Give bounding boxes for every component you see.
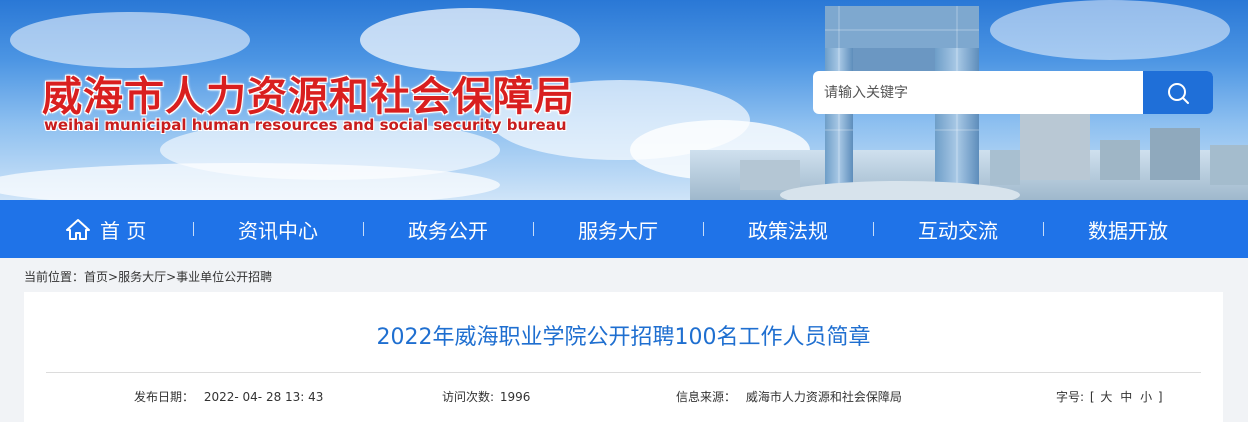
article-title: 2022年威海职业学院公开招聘100名工作人员简章 [376, 325, 871, 350]
nav-divider [703, 222, 704, 236]
site-title: 威海市人力资源和社会保障局 [42, 74, 575, 120]
nav-divider [193, 222, 194, 236]
source-label: 信息来源： [676, 390, 737, 404]
home-icon [66, 219, 90, 240]
nav-divider [1043, 222, 1044, 236]
font-size-control: 字号: [ 大 中 小 ] [1056, 388, 1163, 405]
article-panel: 2022年威海职业学院公开招聘100名工作人员简章 发布日期： 2022- 04… [24, 292, 1223, 422]
breadcrumb-service-hall[interactable]: 服务大厅 [118, 270, 166, 284]
visit-count-label: 访问次数: [442, 390, 495, 404]
nav-news-center[interactable]: 资讯中心 [238, 200, 318, 258]
breadcrumb: 当前位置：首页>服务大厅>事业单位公开招聘 [24, 268, 272, 285]
breadcrumb-recruitment[interactable]: 事业单位公开招聘 [176, 270, 272, 284]
nav-policies[interactable]: 政策法规 [748, 200, 828, 258]
nav-interaction[interactable]: 互动交流 [918, 200, 998, 258]
site-subtitle: weihai municipal human resources and soc… [44, 116, 567, 134]
source-info: 信息来源： 威海市人力资源和社会保障局 [676, 388, 902, 405]
nav-service-hall[interactable]: 服务大厅 [578, 200, 658, 258]
visit-count-value: 1996 [499, 390, 531, 404]
nav-open-data[interactable]: 数据开放 [1088, 200, 1168, 258]
breadcrumb-home[interactable]: 首页 [84, 270, 108, 284]
publish-date-label: 发布日期： [134, 390, 195, 404]
search-input[interactable] [813, 71, 1143, 114]
nav-government-affairs[interactable]: 政务公开 [408, 200, 488, 258]
article-divider [46, 372, 1201, 373]
search-icon [1168, 82, 1189, 104]
header-banner: 威海市人力资源和社会保障局 weihai municipal human res… [0, 0, 1248, 200]
publish-date-value: 2022- 04- 28 13: 43 [203, 390, 324, 404]
search-box [813, 71, 1213, 114]
nav-divider [363, 222, 364, 236]
font-size-bracket-close: ] [1157, 390, 1163, 404]
nav-home[interactable]: 首 页 [66, 200, 146, 258]
visit-count-info: 访问次数: 1996 [442, 388, 530, 405]
nav-home-label: 首 页 [100, 218, 147, 243]
font-size-label: 字号: [1056, 390, 1085, 404]
search-button[interactable] [1143, 71, 1213, 114]
main-nav: 首 页 资讯中心 政务公开 服务大厅 政策法规 互动交流 数据开放 [0, 200, 1248, 258]
source-value: 威海市人力资源和社会保障局 [745, 390, 902, 404]
breadcrumb-separator: > [108, 270, 119, 284]
font-size-medium[interactable]: 中 [1118, 390, 1134, 404]
breadcrumb-separator: > [166, 270, 177, 284]
breadcrumb-label: 当前位置： [24, 270, 85, 284]
font-size-large[interactable]: 大 [1098, 390, 1114, 404]
font-size-small[interactable]: 小 [1138, 390, 1154, 404]
nav-divider [873, 222, 874, 236]
publish-date-info: 发布日期： 2022- 04- 28 13: 43 [134, 388, 323, 405]
nav-divider [533, 222, 534, 236]
font-size-bracket-open: [ [1089, 390, 1095, 404]
